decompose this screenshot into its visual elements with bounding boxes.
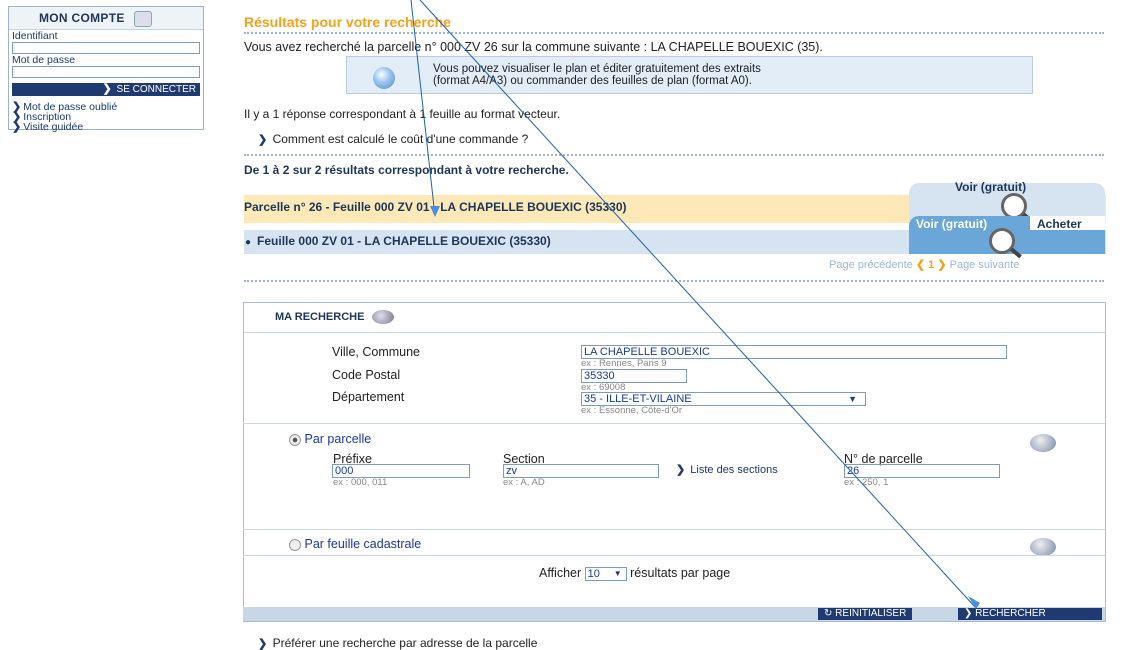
arrow-line-1 [410,0,436,217]
arrowhead-1 [430,206,440,217]
arrowhead-2 [968,596,980,609]
arrow-line-2 [419,0,976,608]
annotation-arrows [410,0,980,609]
